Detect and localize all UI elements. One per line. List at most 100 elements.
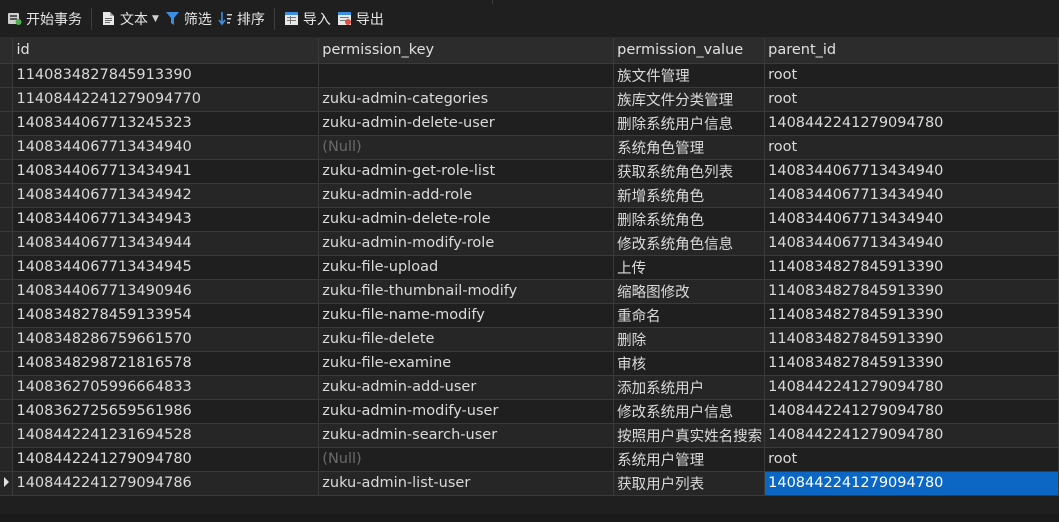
table-row[interactable]: 1408348298721816578 zuku-file-examine 审核 11… <box>0 351 1059 376</box>
cell-permission-key[interactable]: zuku-admin-search-user <box>318 423 615 448</box>
cell-permission-value[interactable]: 族库文件分类管理 <box>613 87 766 112</box>
cell-permission-key[interactable]: zuku-file-thumbnail-modify <box>318 279 615 304</box>
row-marker[interactable] <box>0 279 14 304</box>
cell-parent-id[interactable]: 1140834827845913390 <box>764 303 1059 328</box>
row-marker[interactable] <box>0 183 14 208</box>
table-row[interactable]: 1408344067713245323 zuku-admin-delete-use… <box>0 111 1059 136</box>
row-marker[interactable] <box>0 135 14 160</box>
table-row[interactable]: 1408362725659561986 zuku-admin-modify-use… <box>0 399 1059 424</box>
cell-permission-value[interactable]: 审核 <box>613 351 766 376</box>
begin-transaction-button[interactable]: 开始事务 <box>4 6 85 32</box>
cell-permission-key[interactable]: (Null) <box>318 447 615 472</box>
cell-id[interactable]: 1408344067713490946 <box>12 279 320 304</box>
column-header-parent-id[interactable]: parent_id <box>764 38 1059 64</box>
table-row[interactable]: 1408442241231694528 zuku-admin-search-use… <box>0 423 1059 448</box>
cell-permission-key[interactable]: zuku-file-upload <box>318 255 615 280</box>
row-marker[interactable] <box>0 159 14 184</box>
cell-id[interactable]: 1408344067713434940 <box>12 135 320 160</box>
cell-permission-value[interactable]: 获取系统角色列表 <box>613 159 766 184</box>
row-marker[interactable] <box>0 111 14 136</box>
cell-permission-value[interactable]: 删除系统用户信息 <box>613 111 766 136</box>
table-row[interactable]: 1408442241279094780 (Null) 系统用户管理 root <box>0 447 1059 472</box>
cell-permission-key[interactable]: zuku-admin-add-role <box>318 183 615 208</box>
cell-id[interactable]: 1408362725659561986 <box>12 399 320 424</box>
row-marker[interactable] <box>0 255 14 280</box>
cell-permission-value[interactable]: 添加系统用户 <box>613 375 766 400</box>
row-marker[interactable] <box>0 471 14 496</box>
export-button[interactable]: 导出 <box>334 6 387 32</box>
row-marker[interactable] <box>0 207 14 232</box>
cell-permission-value[interactable]: 删除 <box>613 327 766 352</box>
cell-parent-id[interactable]: 1408442241279094780 <box>764 471 1059 496</box>
table-row[interactable]: 11408442241279094770 zuku-admin-categorie… <box>0 87 1059 112</box>
table-row[interactable]: 1408362705996664833 zuku-admin-add-user 添加… <box>0 375 1059 400</box>
cell-permission-key[interactable]: zuku-admin-list-user <box>318 471 615 496</box>
row-marker[interactable] <box>0 375 14 400</box>
cell-permission-value[interactable]: 新增系统角色 <box>613 183 766 208</box>
column-header-permission-key[interactable]: permission_key <box>318 38 615 64</box>
cell-permission-key[interactable]: zuku-file-name-modify <box>318 303 615 328</box>
cell-id[interactable]: 1408362705996664833 <box>12 375 320 400</box>
cell-permission-value[interactable]: 按照用户真实姓名搜索 <box>613 423 766 448</box>
cell-parent-id[interactable]: 1408344067713434940 <box>764 159 1059 184</box>
table-row[interactable]: 1408344067713490946 zuku-file-thumbnail-m… <box>0 279 1059 304</box>
cell-permission-key[interactable]: zuku-admin-categories <box>318 87 615 112</box>
data-grid[interactable]: id permission_key permission_value paren… <box>0 38 1059 514</box>
row-marker[interactable] <box>0 423 14 448</box>
cell-permission-value[interactable]: 系统用户管理 <box>613 447 766 472</box>
cell-permission-key[interactable]: zuku-admin-delete-role <box>318 207 615 232</box>
cell-permission-key[interactable]: zuku-file-delete <box>318 327 615 352</box>
filter-button[interactable]: 筛选 <box>162 6 215 32</box>
cell-permission-key[interactable]: zuku-file-examine <box>318 351 615 376</box>
cell-id[interactable]: 1140834827845913390 <box>12 63 320 88</box>
cell-permission-value[interactable]: 获取用户列表 <box>613 471 766 496</box>
row-marker[interactable] <box>0 327 14 352</box>
cell-permission-value[interactable]: 系统角色管理 <box>613 135 766 160</box>
cell-id[interactable]: 1408344067713434942 <box>12 183 320 208</box>
column-header-id[interactable]: id <box>12 38 320 64</box>
column-header-permission-value[interactable]: permission_value <box>613 38 766 64</box>
cell-permission-key[interactable]: zuku-admin-modify-user <box>318 399 615 424</box>
cell-parent-id[interactable]: 1408344067713434940 <box>764 183 1059 208</box>
table-row[interactable]: 1408348286759661570 zuku-file-delete 删除 114… <box>0 327 1059 352</box>
text-view-button[interactable]: 文本 ▼ <box>98 6 162 32</box>
table-row[interactable]: 1408344067713434943 zuku-admin-delete-rol… <box>0 207 1059 232</box>
cell-id[interactable]: 1408442241279094780 <box>12 447 320 472</box>
cell-permission-key[interactable]: zuku-admin-add-user <box>318 375 615 400</box>
table-row[interactable]: 1140834827845913390 族文件管理 root <box>0 63 1059 88</box>
cell-permission-value[interactable]: 重命名 <box>613 303 766 328</box>
cell-id[interactable]: 1408344067713245323 <box>12 111 320 136</box>
cell-id[interactable]: 1408344067713434943 <box>12 207 320 232</box>
cell-permission-key[interactable]: (Null) <box>318 135 615 160</box>
cell-permission-value[interactable]: 删除系统角色 <box>613 207 766 232</box>
table-row[interactable]: 1408344067713434944 zuku-admin-modify-rol… <box>0 231 1059 256</box>
cell-parent-id[interactable]: 1408442241279094780 <box>764 399 1059 424</box>
import-button[interactable]: 导入 <box>281 6 334 32</box>
cell-permission-value[interactable]: 缩略图修改 <box>613 279 766 304</box>
cell-parent-id[interactable]: 1408442241279094780 <box>764 111 1059 136</box>
cell-parent-id[interactable]: 1140834827845913390 <box>764 351 1059 376</box>
cell-id[interactable]: 1408348286759661570 <box>12 327 320 352</box>
cell-id[interactable]: 1408442241231694528 <box>12 423 320 448</box>
cell-permission-key[interactable]: zuku-admin-modify-role <box>318 231 615 256</box>
cell-parent-id[interactable]: root <box>764 135 1059 160</box>
row-marker[interactable] <box>0 351 14 376</box>
cell-id[interactable]: 1408344067713434941 <box>12 159 320 184</box>
cell-id[interactable]: 1408348298721816578 <box>12 351 320 376</box>
table-row[interactable]: 1408442241279094786 zuku-admin-list-user 获… <box>0 471 1059 496</box>
table-row[interactable]: 1408344067713434942 zuku-admin-add-role 新增… <box>0 183 1059 208</box>
row-marker[interactable] <box>0 231 14 256</box>
table-row[interactable]: 1408344067713434945 zuku-file-upload 上传 114… <box>0 255 1059 280</box>
row-marker[interactable] <box>0 303 14 328</box>
cell-id[interactable]: 11408442241279094770 <box>12 87 320 112</box>
cell-permission-value[interactable]: 修改系统角色信息 <box>613 231 766 256</box>
cell-parent-id[interactable]: root <box>764 63 1059 88</box>
cell-permission-key[interactable]: zuku-admin-delete-user <box>318 111 615 136</box>
row-marker[interactable] <box>0 399 14 424</box>
table-row[interactable]: 1408348278459133954 zuku-file-name-modify… <box>0 303 1059 328</box>
cell-parent-id[interactable]: root <box>764 87 1059 112</box>
cell-permission-key[interactable]: zuku-admin-get-role-list <box>318 159 615 184</box>
cell-parent-id[interactable]: 1408344067713434940 <box>764 207 1059 232</box>
cell-parent-id[interactable]: 1140834827845913390 <box>764 279 1059 304</box>
sort-button[interactable]: 排序 <box>215 6 268 32</box>
